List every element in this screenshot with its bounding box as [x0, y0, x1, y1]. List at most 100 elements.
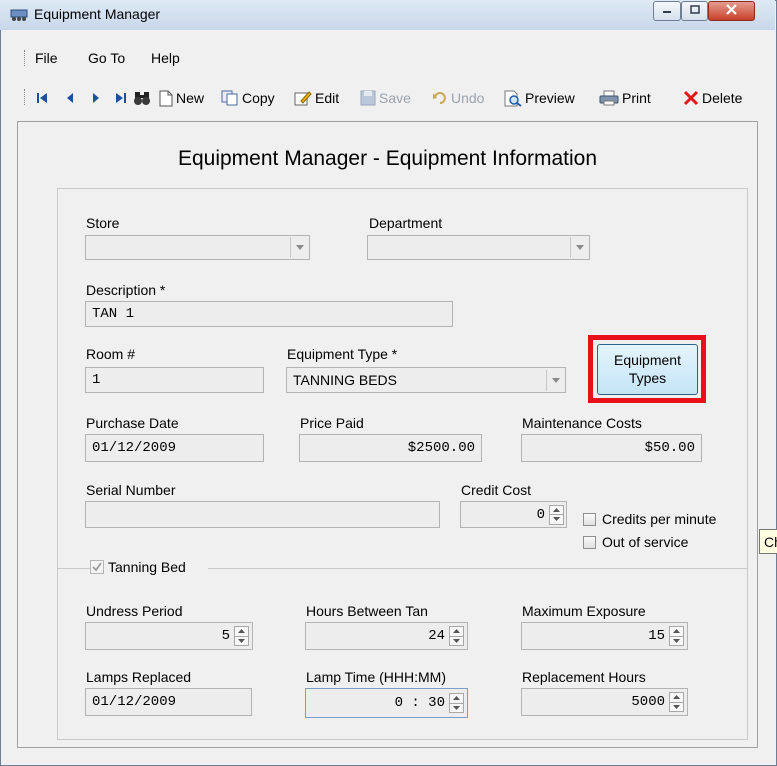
spin-up-icon[interactable]: [550, 506, 563, 515]
room-input[interactable]: 1: [85, 367, 264, 393]
menu-goto[interactable]: Go To: [88, 50, 125, 66]
last-record-button[interactable]: [115, 87, 127, 109]
edit-pencil-icon: [294, 91, 312, 106]
undo-button[interactable]: Undo: [432, 87, 484, 109]
credit-cost-spin-buttons[interactable]: [549, 504, 564, 525]
first-record-button[interactable]: [36, 87, 48, 109]
equipment-type-dropdown-button[interactable]: [546, 369, 565, 391]
hours-between-tan-spinner[interactable]: 24: [305, 622, 468, 650]
department-dropdown-button[interactable]: [570, 237, 589, 258]
department-select[interactable]: [367, 235, 590, 260]
description-value: TAN 1: [92, 306, 135, 322]
preview-button[interactable]: Preview: [504, 87, 575, 109]
lamp-time-label: Lamp Time (HHH:MM): [306, 669, 447, 685]
maximum-exposure-spinner[interactable]: 15: [521, 622, 688, 650]
spin-down-icon[interactable]: [550, 514, 563, 524]
maintenance-costs-label: Maintenance Costs: [522, 415, 642, 431]
store-dropdown-button[interactable]: [290, 237, 309, 258]
delete-button[interactable]: Delete: [683, 87, 742, 109]
equipment-type-select[interactable]: TANNING BEDS: [286, 367, 566, 393]
room-value: 1: [92, 372, 101, 388]
undress-period-spin-buttons[interactable]: [234, 626, 249, 646]
minimize-button[interactable]: [653, 1, 681, 21]
copy-button[interactable]: Copy: [221, 87, 275, 109]
description-input[interactable]: TAN 1: [85, 301, 453, 327]
maintenance-costs-input[interactable]: $50.00: [521, 434, 702, 462]
print-button-label: Print: [622, 90, 651, 106]
spin-up-icon[interactable]: [450, 694, 463, 703]
new-button-label: New: [176, 90, 205, 106]
serial-number-input[interactable]: [85, 501, 440, 528]
spin-down-icon[interactable]: [670, 701, 683, 712]
out-of-service-checkbox[interactable]: [583, 536, 596, 549]
hours-between-tan-spin-buttons[interactable]: [449, 626, 464, 646]
equipment-type-label: Equipment Type *: [287, 346, 398, 362]
replacement-hours-spinner[interactable]: 5000: [521, 688, 688, 716]
window-title: Equipment Manager: [34, 6, 161, 22]
replacement-hours-spin-buttons[interactable]: [669, 692, 684, 712]
minimize-icon: [663, 11, 671, 13]
undress-period-label: Undress Period: [86, 603, 183, 619]
equipment-type-value: TANNING BEDS: [293, 372, 397, 388]
undo-button-label: Undo: [451, 90, 485, 106]
purchase-date-input[interactable]: 01/12/2009: [85, 434, 264, 462]
hours-between-tan-value: 24: [428, 628, 445, 644]
chevron-down-icon: [296, 245, 304, 250]
replacement-hours-value: 5000: [631, 694, 665, 710]
maximum-exposure-spin-buttons[interactable]: [669, 626, 684, 646]
edit-button-label: Edit: [315, 90, 340, 106]
store-label: Store: [86, 215, 120, 231]
tanning-bed-label: Tanning Bed: [108, 559, 186, 575]
toolbar-grip[interactable]: [24, 89, 28, 105]
room-label: Room #: [86, 346, 136, 362]
credit-cost-label: Credit Cost: [461, 482, 532, 498]
maximize-icon: [689, 5, 700, 14]
undress-period-spinner[interactable]: 5: [85, 622, 253, 650]
spin-up-icon[interactable]: [235, 627, 248, 636]
lamp-time-value: 0 : 30: [394, 695, 445, 711]
spin-up-icon[interactable]: [670, 627, 683, 636]
tooltip-text: Check: [764, 534, 777, 550]
close-button[interactable]: [708, 1, 755, 21]
edit-button[interactable]: Edit: [294, 87, 339, 109]
save-disk-icon: [360, 90, 376, 106]
new-button[interactable]: New: [159, 87, 204, 109]
copy-icon: [221, 90, 238, 106]
spin-down-icon[interactable]: [450, 702, 463, 713]
next-record-button[interactable]: [91, 87, 101, 109]
previous-record-icon: [67, 93, 73, 103]
menu-help[interactable]: Help: [151, 50, 180, 66]
save-button[interactable]: Save: [360, 87, 411, 109]
price-paid-input[interactable]: $2500.00: [299, 434, 482, 462]
spin-down-icon[interactable]: [235, 635, 248, 646]
out-of-service-label: Out of service: [602, 534, 689, 550]
preview-button-label: Preview: [525, 90, 575, 106]
previous-record-button[interactable]: [65, 87, 75, 109]
menu-file-label: File: [35, 50, 58, 66]
spin-up-icon[interactable]: [450, 627, 463, 636]
print-button[interactable]: Print: [599, 87, 651, 109]
tanning-bed-checkbox[interactable]: [90, 560, 104, 574]
credits-per-minute-checkbox[interactable]: [583, 513, 596, 526]
next-record-icon: [93, 93, 99, 103]
lamps-replaced-input[interactable]: 01/12/2009: [85, 688, 252, 716]
printer-icon: [599, 90, 619, 106]
find-button[interactable]: [133, 87, 151, 109]
hours-between-tan-label: Hours Between Tan: [306, 603, 428, 619]
store-select[interactable]: [85, 235, 310, 260]
maximize-button[interactable]: [681, 1, 708, 21]
spin-down-icon[interactable]: [670, 635, 683, 646]
menubar-grip[interactable]: [24, 50, 28, 66]
lamp-time-spin-buttons[interactable]: [449, 693, 464, 713]
department-label: Department: [369, 215, 443, 231]
credit-cost-spinner[interactable]: 0: [460, 501, 567, 528]
lamp-time-spinner[interactable]: 0 : 30: [305, 688, 468, 718]
undress-period-value: 5: [221, 628, 230, 644]
last-record-icon: [116, 93, 126, 103]
credit-cost-value: 0: [536, 506, 545, 523]
page-title: Equipment Manager - Equipment Informatio…: [177, 147, 598, 170]
spin-down-icon[interactable]: [450, 635, 463, 646]
spin-up-icon[interactable]: [670, 693, 683, 702]
menu-file[interactable]: File: [35, 50, 58, 66]
tooltip: Check: [759, 529, 777, 554]
